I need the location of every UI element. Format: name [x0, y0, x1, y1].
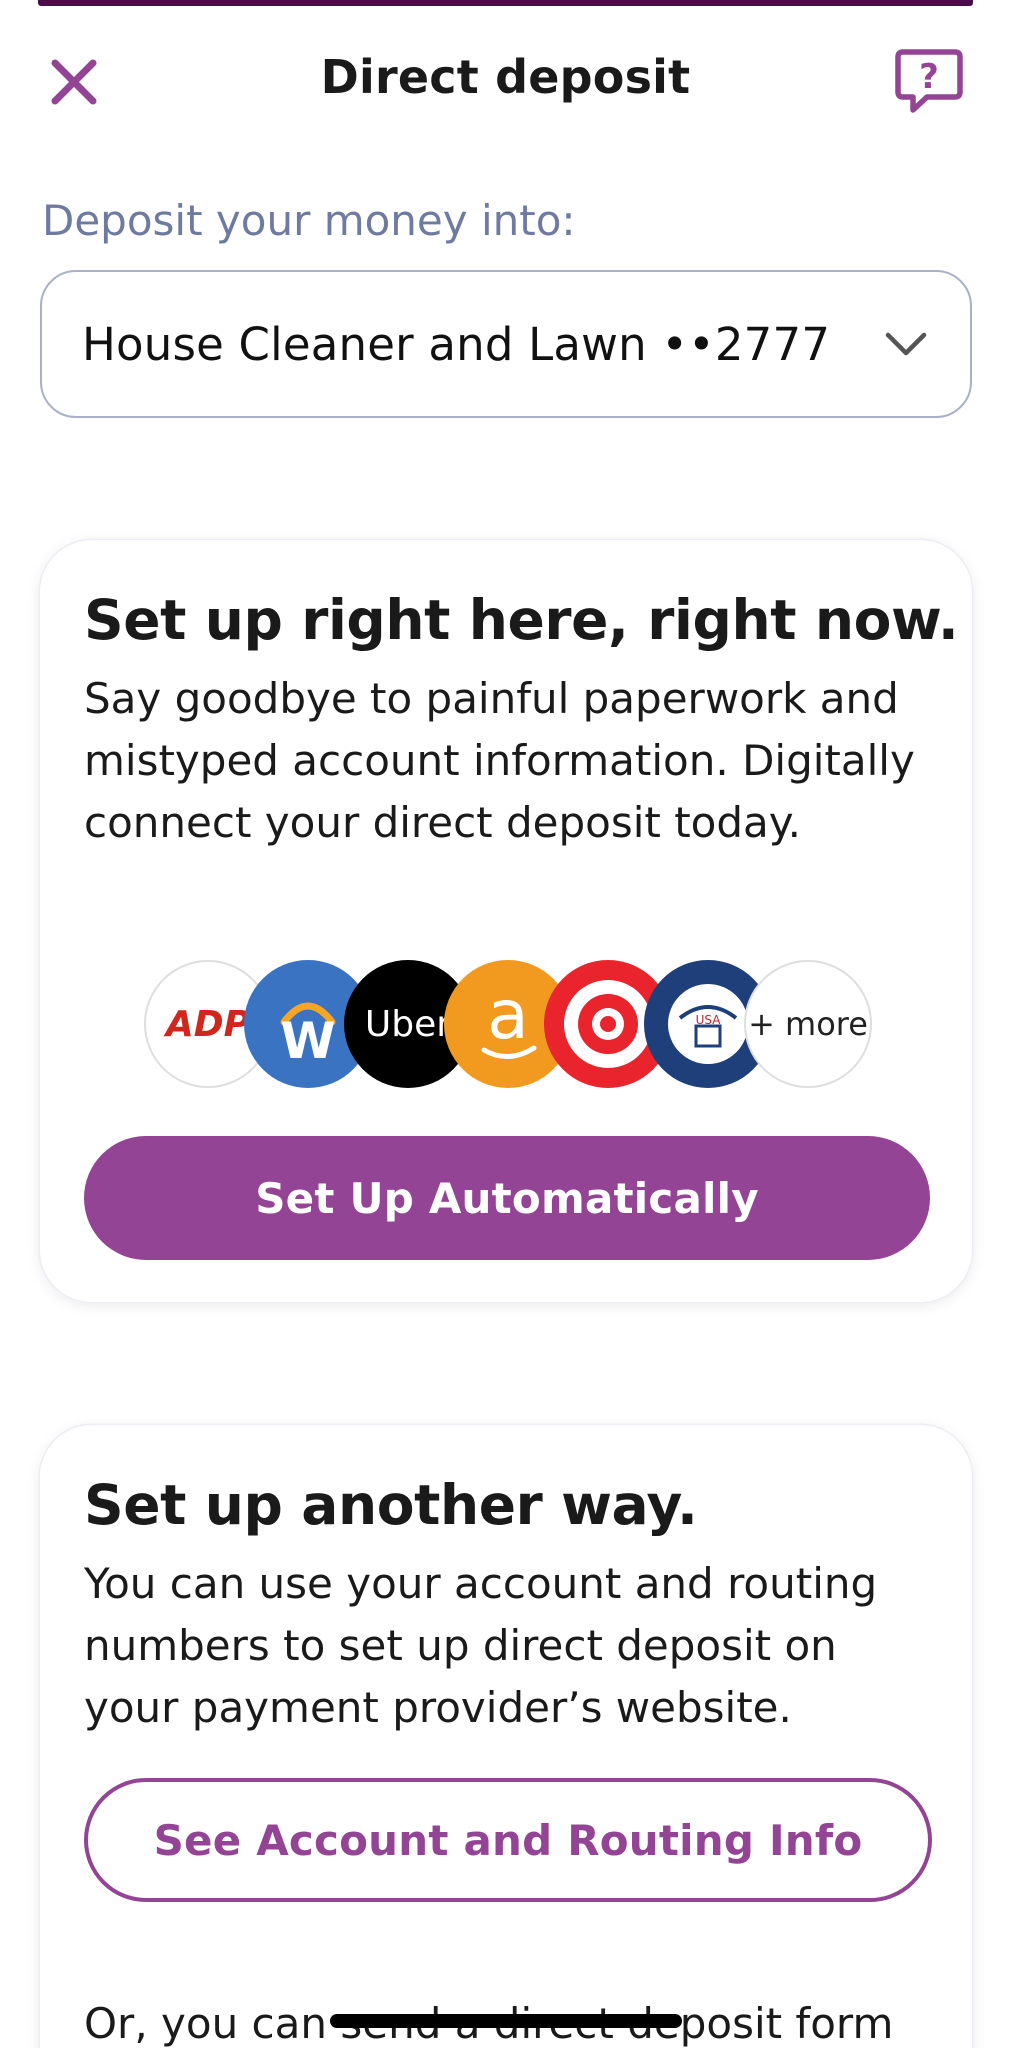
home-indicator — [330, 2014, 682, 2028]
more-logos: + more — [744, 960, 872, 1088]
header: Direct deposit ? — [0, 38, 1011, 118]
employer-logos: ADP W Uber a USA + more — [144, 958, 884, 1092]
deposit-label: Deposit your money into: — [42, 196, 576, 245]
card-description: You can use your account and routing num… — [84, 1559, 878, 1732]
svg-text:USA: USA — [696, 1013, 722, 1027]
chevron-down-icon — [882, 320, 930, 368]
automatic-setup-card: Set up right here, right now. Say goodby… — [40, 540, 972, 1302]
card-description: Say goodbye to painful paperwork and mis… — [84, 674, 915, 847]
help-button[interactable]: ? — [891, 44, 967, 120]
set-up-automatically-button[interactable]: Set Up Automatically — [84, 1136, 930, 1260]
account-dropdown[interactable]: House Cleaner and Lawn ••2777 — [40, 270, 972, 418]
svg-text:ADP: ADP — [163, 1004, 250, 1045]
card-title: Set up another way. — [84, 1473, 698, 1537]
svg-text:a: a — [487, 976, 529, 1055]
direct-deposit-screen: Direct deposit ? Deposit your money into… — [0, 0, 1011, 2048]
account-name: House Cleaner and Lawn ••2777 — [82, 317, 831, 371]
svg-text:?: ? — [919, 57, 939, 97]
help-chat-icon: ? — [895, 49, 963, 113]
svg-text:W: W — [280, 1012, 335, 1070]
card-title: Set up right here, right now. — [84, 588, 959, 652]
see-account-routing-button[interactable]: See Account and Routing Info — [84, 1778, 932, 1902]
sheet-top-strip — [38, 0, 973, 6]
page-title: Direct deposit — [320, 50, 691, 104]
manual-setup-card: Set up another way. You can use your acc… — [40, 1425, 972, 2048]
